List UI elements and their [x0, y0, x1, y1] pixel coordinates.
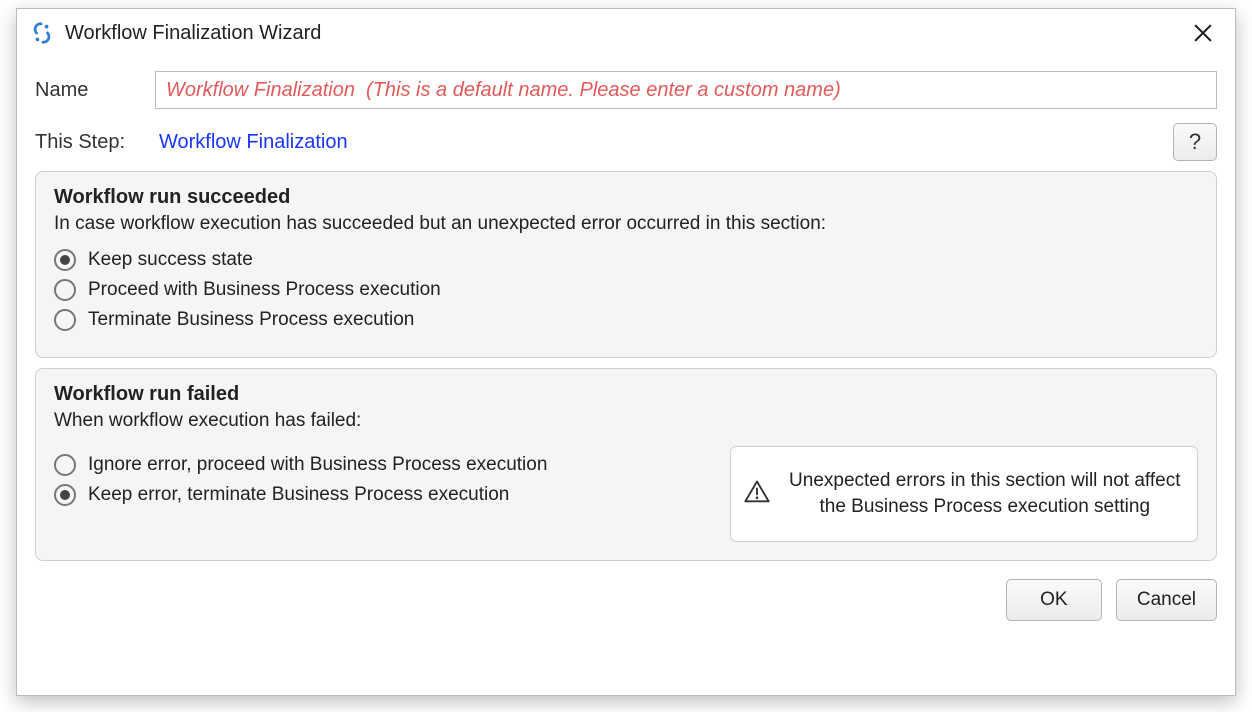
failed-option-ignore[interactable]: Ignore error, proceed with Business Proc…	[54, 454, 718, 476]
title-bar: Workflow Finalization Wizard	[17, 9, 1235, 57]
help-button[interactable]: ?	[1173, 123, 1217, 161]
info-box: Unexpected errors in this section will n…	[730, 446, 1198, 542]
failed-option-keep[interactable]: Keep error, terminate Business Process e…	[54, 484, 718, 506]
cancel-label: Cancel	[1137, 589, 1196, 611]
radio-label: Keep error, terminate Business Process e…	[88, 484, 509, 506]
failed-group: Workflow run failed When workflow execut…	[35, 368, 1217, 561]
radio-label: Terminate Business Process execution	[88, 309, 414, 331]
failed-title: Workflow run failed	[54, 383, 1198, 406]
wizard-dialog: Workflow Finalization Wizard Name This S…	[16, 8, 1236, 696]
name-label: Name	[35, 79, 155, 102]
button-row: OK Cancel	[17, 561, 1235, 635]
succeeded-option-terminate[interactable]: Terminate Business Process execution	[54, 309, 1198, 331]
help-icon: ?	[1189, 129, 1201, 155]
step-value: Workflow Finalization	[159, 131, 348, 154]
radio-icon	[54, 484, 76, 506]
warning-icon	[743, 478, 771, 511]
succeeded-option-proceed[interactable]: Proceed with Business Process execution	[54, 279, 1198, 301]
name-input[interactable]	[155, 71, 1217, 109]
radio-label: Ignore error, proceed with Business Proc…	[88, 454, 547, 476]
cancel-button[interactable]: Cancel	[1116, 579, 1217, 621]
radio-label: Proceed with Business Process execution	[88, 279, 441, 301]
failed-desc: When workflow execution has failed:	[54, 410, 1198, 432]
close-button[interactable]	[1185, 15, 1221, 51]
info-text: Unexpected errors in this section will n…	[785, 468, 1185, 519]
close-icon	[1194, 24, 1212, 42]
wizard-icon	[31, 22, 53, 44]
dialog-body: Name This Step: Workflow Finalization ? …	[17, 57, 1235, 561]
succeeded-desc: In case workflow execution has succeeded…	[54, 213, 1198, 235]
radio-icon	[54, 249, 76, 271]
succeeded-option-keep[interactable]: Keep success state	[54, 249, 1198, 271]
ok-button[interactable]: OK	[1006, 579, 1102, 621]
radio-label: Keep success state	[88, 249, 253, 271]
radio-icon	[54, 309, 76, 331]
ok-label: OK	[1040, 589, 1067, 611]
step-label: This Step:	[35, 131, 155, 154]
window-title: Workflow Finalization Wizard	[65, 22, 321, 45]
radio-icon	[54, 454, 76, 476]
step-row: This Step: Workflow Finalization ?	[35, 123, 1217, 161]
radio-icon	[54, 279, 76, 301]
name-row: Name	[35, 71, 1217, 109]
succeeded-group: Workflow run succeeded In case workflow …	[35, 171, 1217, 358]
succeeded-title: Workflow run succeeded	[54, 186, 1198, 209]
